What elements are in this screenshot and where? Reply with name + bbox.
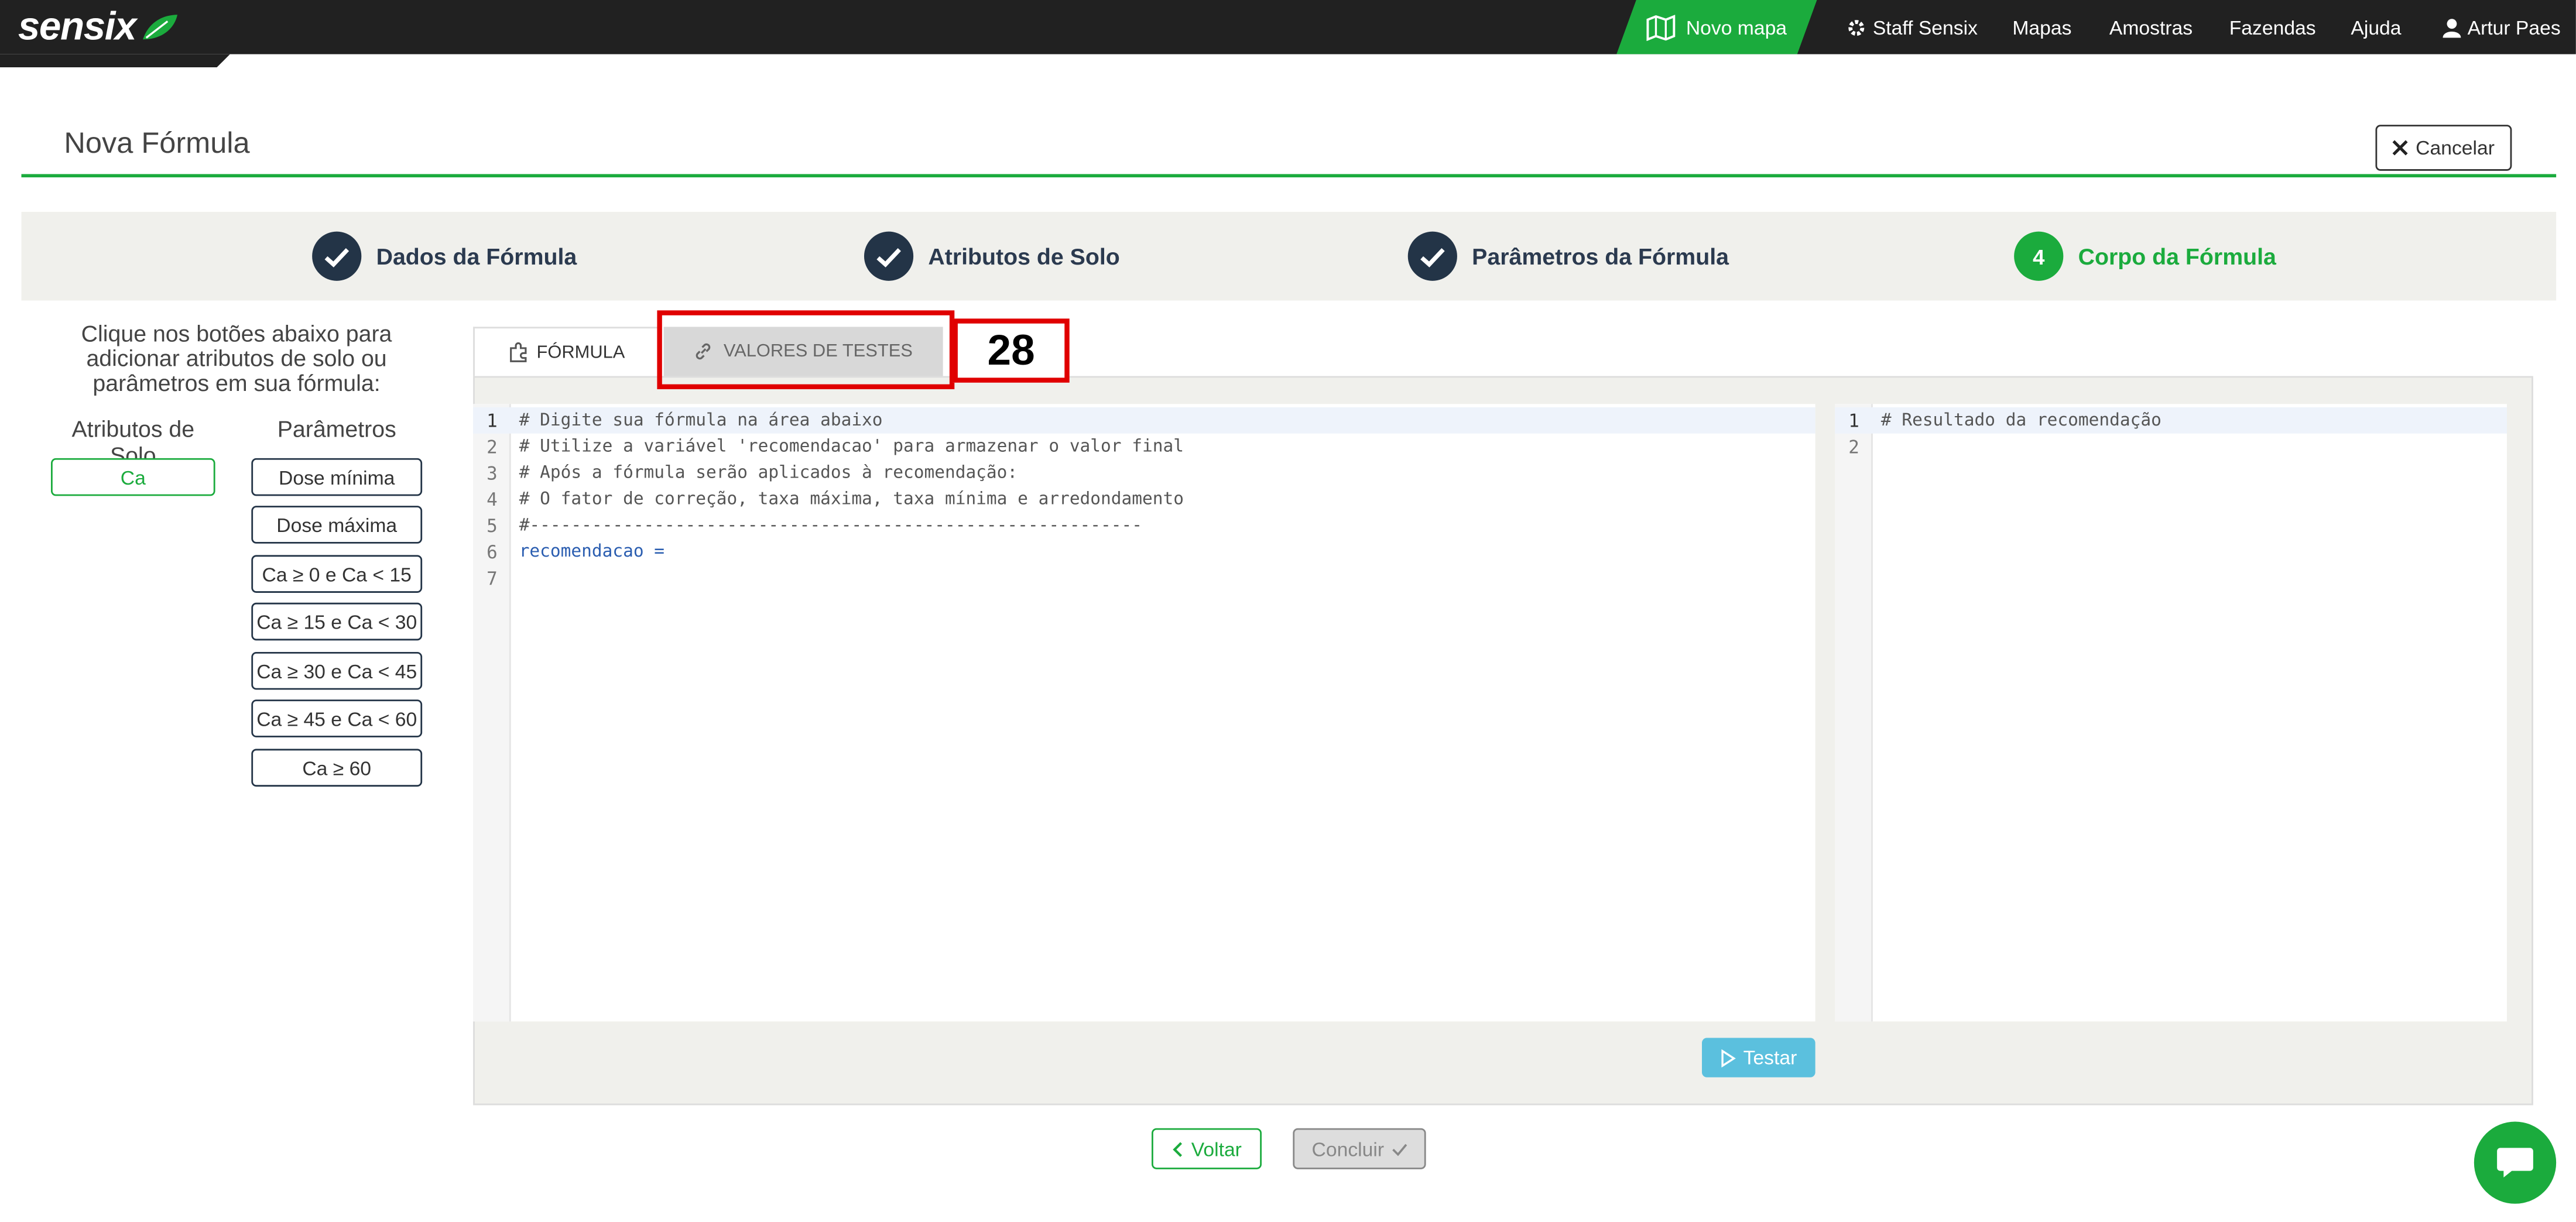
formula-code-editor[interactable]: 1 # Digite sua fórmula na área abaixo 2 # …	[473, 404, 1815, 1022]
map-icon	[1646, 14, 1676, 40]
nav-mapas[interactable]: Mapas	[2012, 0, 2071, 54]
back-button[interactable]: Voltar	[1152, 1128, 1262, 1169]
step-corpo-da-formula[interactable]: 4 Corpo da Fórmula	[2014, 231, 2276, 281]
chevron-left-icon	[1173, 1141, 1183, 1156]
nav-staff-sensix[interactable]: Staff Sensix	[1847, 0, 1978, 54]
cancel-button[interactable]: Cancelar	[2375, 125, 2512, 171]
instructions-text: Clique nos botões abaixo para adicionar …	[81, 320, 392, 396]
new-map-button[interactable]: Novo mapa	[1616, 0, 1817, 54]
code-line: 1 # Digite sua fórmula na área abaixo	[473, 407, 1815, 434]
step-number: 4	[2014, 231, 2064, 281]
nav-label: Staff Sensix	[1872, 15, 1978, 39]
user-icon	[2443, 18, 2461, 37]
step-label: Atributos de Solo	[928, 243, 1120, 270]
nav-label: Fazendas	[2229, 15, 2316, 39]
param-ca-range-button[interactable]: Ca ≥ 15 e Ca < 30	[251, 602, 423, 641]
sensix-logo[interactable]: sensix	[18, 5, 179, 49]
nav-label: Amostras	[2109, 15, 2193, 39]
nav-label: Artur Paes	[2467, 15, 2561, 39]
check-icon	[312, 231, 362, 281]
step-dados-da-formula[interactable]: Dados da Fórmula	[312, 231, 577, 281]
check-icon	[864, 231, 914, 281]
chat-widget-button[interactable]	[2474, 1121, 2557, 1204]
code-line: 4 # O fator de correção, taxa máxima, tax…	[487, 488, 1184, 510]
test-label: Testar	[1743, 1046, 1797, 1069]
soil-attribute-ca-button[interactable]: Ca	[50, 458, 215, 496]
nav-fazendas[interactable]: Fazendas	[2229, 0, 2316, 54]
result-code-editor[interactable]: 1 # Resultado da recomendação 2	[1835, 404, 2507, 1022]
check-icon	[1407, 231, 1457, 281]
code-line: 2	[1848, 435, 1859, 458]
param-ca-range-button[interactable]: Ca ≥ 30 e Ca < 45	[251, 651, 423, 690]
test-button[interactable]: Testar	[1702, 1038, 1815, 1077]
annotation-number-label: 28	[953, 318, 1070, 383]
logo-tab-shape	[0, 54, 230, 68]
code-line: 7	[487, 567, 498, 589]
line-number-gutter	[1835, 404, 1873, 1022]
leaf-icon	[142, 15, 177, 40]
close-icon	[2393, 140, 2409, 156]
page-title: Nova Fórmula	[64, 126, 250, 160]
param-ca-range-button[interactable]: Ca ≥ 60	[251, 749, 423, 787]
code-line: 6 recomendacao =	[487, 541, 665, 563]
nav-ajuda[interactable]: Ajuda	[2351, 0, 2401, 54]
code-line: 2 # Utilize a variável 'recomendacao' par…	[487, 435, 1184, 458]
nav-label: Ajuda	[2351, 15, 2402, 39]
nav-label: Mapas	[2012, 15, 2072, 39]
code-line: 5 #--------------------------------------…	[487, 514, 1143, 537]
finish-label: Concluir	[1311, 1137, 1385, 1161]
step-parametros-da-formula[interactable]: Parâmetros da Fórmula	[1407, 231, 1729, 281]
nav-user-menu[interactable]: Artur Paes	[2443, 0, 2561, 54]
param-dose-maxima-button[interactable]: Dose máxima	[251, 506, 423, 544]
step-label: Dados da Fórmula	[376, 243, 577, 270]
cancel-label: Cancelar	[2416, 136, 2495, 160]
annotation-highlight-box	[657, 310, 955, 390]
step-label: Parâmetros da Fórmula	[1472, 243, 1729, 270]
new-map-label: Novo mapa	[1686, 15, 1787, 39]
step-label: Corpo da Fórmula	[2078, 243, 2276, 270]
tab-formula[interactable]: FÓRMULA	[473, 327, 659, 376]
gear-icon	[1848, 19, 1865, 35]
chat-bubble-icon	[2497, 1148, 2533, 1178]
finish-button[interactable]: Concluir	[1293, 1128, 1426, 1169]
param-ca-range-button[interactable]: Ca ≥ 45 e Ca < 60	[251, 699, 423, 737]
tab-label: FÓRMULA	[536, 342, 625, 362]
title-divider	[21, 174, 2557, 178]
check-icon	[1391, 1143, 1406, 1155]
step-atributos-de-solo[interactable]: Atributos de Solo	[864, 231, 1120, 281]
back-label: Voltar	[1191, 1137, 1242, 1161]
parameters-header: Parâmetros	[277, 415, 396, 442]
param-ca-range-button[interactable]: Ca ≥ 0 e Ca < 15	[251, 555, 423, 593]
logo-text: sensix	[18, 5, 137, 50]
code-line: 3 # Após a fórmula serão aplicados à reco…	[487, 462, 1018, 484]
nav-amostras[interactable]: Amostras	[2109, 0, 2193, 54]
param-dose-minima-button[interactable]: Dose mínima	[251, 458, 423, 496]
play-icon	[1721, 1048, 1736, 1067]
code-line: 1 # Resultado da recomendação	[1835, 407, 2507, 434]
puzzle-icon	[509, 342, 526, 362]
